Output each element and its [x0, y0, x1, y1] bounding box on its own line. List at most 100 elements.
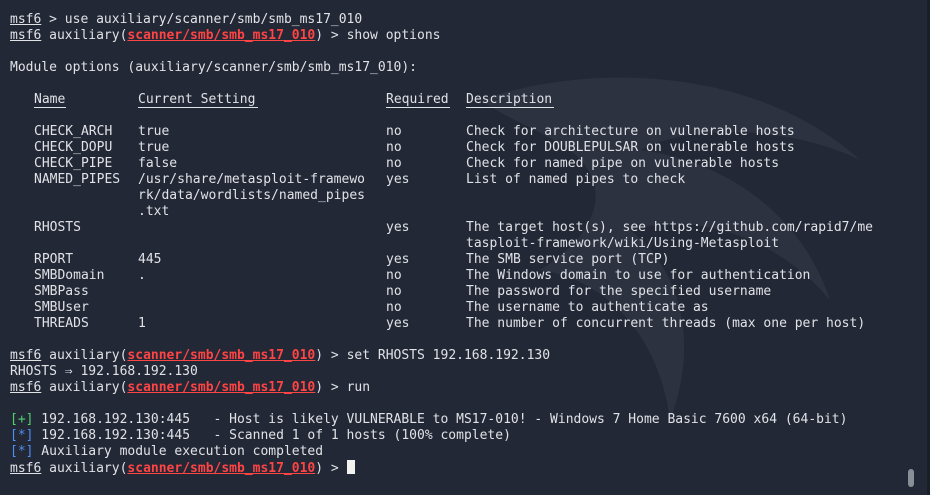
option-required: yes [386, 252, 410, 267]
column-header-name: Name [34, 92, 66, 107]
prompt-module: scanner/smb/smb_ms17_010 [127, 28, 316, 43]
prompt-aux: auxiliary [41, 461, 120, 476]
option-description: tasploit-framework/wiki/Using-Metasploit [466, 236, 780, 251]
table-row: CHECK_DOPU true no Check for DOUBLEPULSAR o… [10, 140, 910, 156]
result-line: [*] 192.168.192.130:445 - Scanned 1 of 1… [10, 428, 910, 444]
prompt-module: scanner/smb/smb_ms17_010 [127, 348, 316, 363]
prompt-msf: msf6 [10, 348, 42, 363]
option-required: yes [386, 220, 410, 235]
result-text: Auxiliary module execution completed [33, 444, 324, 459]
prompt-paren: ) [315, 28, 324, 43]
option-description: Check for DOUBLEPULSAR on vulnerable hos… [466, 140, 795, 155]
header-underline [466, 107, 554, 108]
option-name: THREADS [34, 316, 89, 331]
option-setting: true [138, 124, 170, 139]
table-row: SMBUser no The username to authenticate as [10, 300, 910, 316]
header-underline [386, 107, 450, 108]
command-text: > run [323, 380, 371, 395]
command-line: msf6 auxiliary(scanner/smb/smb_ms17_010)… [10, 380, 910, 396]
option-name: SMBUser [34, 300, 89, 315]
column-header-setting: Current Setting [138, 92, 256, 107]
prompt-msf: msf6 [10, 12, 42, 27]
table-row: SMBDomain. no The Windows domain to use fo… [10, 268, 910, 284]
option-setting: false [138, 156, 178, 171]
option-name: CHECK_PIPE [34, 156, 113, 171]
command-line: msf6 auxiliary(scanner/smb/smb_ms17_010)… [10, 28, 910, 44]
prompt-msf: msf6 [10, 461, 42, 476]
option-required: no [386, 124, 402, 139]
rhosts-echo: RHOSTS ⇒ 192.168.192.130 [10, 364, 198, 379]
prompt-aux: auxiliary [41, 28, 120, 43]
table-row: RHOSTS yes The target host(s), see https:/… [10, 220, 910, 252]
prompt-paren: ) [315, 380, 324, 395]
table-row: RPORT 445 yes The SMB service port (TCP) [10, 252, 910, 268]
option-required: no [386, 140, 402, 155]
option-name: RPORT [34, 252, 74, 267]
option-setting: true [138, 140, 170, 155]
module-options-title-text: Module options (auxiliary/scanner/smb/sm… [10, 60, 417, 75]
option-description: The username to authenticate as [466, 300, 709, 315]
prompt-module: scanner/smb/smb_ms17_010 [127, 380, 316, 395]
header-underline [138, 107, 258, 108]
option-required: no [386, 268, 402, 283]
option-description: Check for named pipe on vulnerable hosts [466, 156, 780, 171]
option-setting: rk/data/wordlists/named_pipes [138, 188, 365, 203]
option-description: The password for the specified username [466, 284, 772, 299]
option-name: RHOSTS [34, 220, 81, 235]
prompt-module: scanner/smb/smb_ms17_010 [127, 461, 316, 476]
table-row: CHECK_PIPE false no Check for named pipe on… [10, 156, 910, 172]
option-required: yes [386, 172, 410, 187]
option-name: SMBDomain [34, 268, 105, 283]
option-required: no [386, 156, 402, 171]
scrollbar-thumb[interactable] [908, 469, 914, 487]
table-row: THREADS 1 yes The number of concurrent thre… [10, 316, 910, 332]
option-name: CHECK_ARCH [34, 124, 113, 139]
column-header-description: Description [466, 92, 553, 107]
option-required: no [386, 284, 402, 299]
command-text: > set RHOSTS 192.168.192.130 [323, 348, 551, 363]
option-description: List of named pipes to check [466, 172, 686, 187]
table-header: Name Current Setting Required Description [10, 92, 910, 108]
table-row: CHECK_ARCH true no Check for architecture o… [10, 124, 910, 140]
option-setting: 445 [138, 252, 162, 267]
prompt-paren: ) [315, 348, 324, 363]
status-tag: [+] [10, 412, 34, 427]
prompt-msf: msf6 [10, 28, 42, 43]
prompt-aux: auxiliary [41, 380, 120, 395]
option-description: The SMB service port (TCP) [466, 252, 670, 267]
option-name: SMBPass [34, 284, 89, 299]
terminal-window[interactable]: msf6 > use auxiliary/scanner/smb/smb_ms1… [0, 0, 930, 495]
status-tag: [*] [10, 428, 34, 443]
option-description: The number of concurrent threads (max on… [466, 316, 866, 331]
command-line: msf6 auxiliary(scanner/smb/smb_ms17_010)… [10, 348, 910, 364]
output-line: RHOSTS ⇒ 192.168.192.130 [10, 364, 910, 380]
prompt-aux: auxiliary [41, 348, 120, 363]
result-line: [+] 192.168.192.130:445 - Host is likely… [10, 412, 910, 428]
command-text: > show options [323, 28, 441, 43]
option-setting: /usr/share/metasploit-framewo [138, 172, 365, 187]
option-name: NAMED_PIPES [34, 172, 121, 187]
option-description: The target host(s), see https://github.c… [466, 220, 873, 235]
module-options-title: Module options (auxiliary/scanner/smb/sm… [10, 60, 910, 76]
option-name: CHECK_DOPU [34, 140, 113, 155]
command-text: > use auxiliary/scanner/smb/smb_ms17_010 [41, 12, 363, 27]
command-line: msf6 auxiliary(scanner/smb/smb_ms17_010)… [10, 460, 910, 476]
result-line: [*] Auxiliary module execution completed [10, 444, 910, 460]
text-cursor[interactable] [346, 460, 355, 474]
command-line: msf6 > use auxiliary/scanner/smb/smb_ms1… [10, 12, 910, 28]
option-setting: . [138, 268, 146, 283]
option-description: Check for architecture on vulnerable hos… [466, 124, 795, 139]
result-text: 192.168.192.130:445 - Host is likely VUL… [33, 412, 848, 427]
column-header-required: Required [386, 92, 449, 107]
header-underline [34, 107, 66, 108]
status-tag: [*] [10, 444, 34, 459]
prompt-msf: msf6 [10, 380, 42, 395]
terminal-output: msf6 > use auxiliary/scanner/smb/smb_ms1… [10, 12, 910, 476]
option-setting: 1 [138, 316, 146, 331]
option-required: yes [386, 316, 410, 331]
